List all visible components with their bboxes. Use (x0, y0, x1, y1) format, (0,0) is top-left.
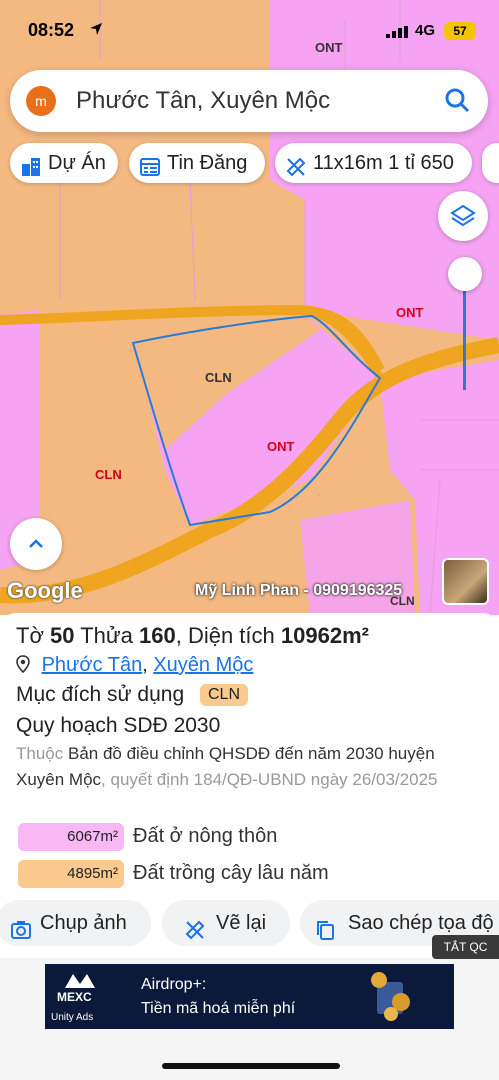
app-logo: m (26, 86, 56, 116)
ruler-icon (285, 152, 307, 183)
list-icon (139, 152, 161, 183)
ad-network: Unity Ads (51, 1012, 94, 1023)
map-label-cln-left: CLN (95, 467, 122, 482)
ad-container: MEXC Unity Ads Airdrop+: Tiền mã hoá miễ… (0, 958, 499, 1080)
camera-icon (10, 912, 32, 946)
purpose-badge: CLN (200, 684, 249, 706)
network-type: 4G (415, 22, 436, 39)
ad-subline: Tiền mã hoá miễn phí (141, 1000, 296, 1017)
chip-du-an[interactable]: Dự Án (10, 143, 118, 183)
area-value: 10962m² (280, 623, 369, 648)
land-use-purpose: Mục đích sử dụng CLN (16, 683, 249, 707)
action-label: Vẽ lại (216, 912, 267, 934)
chip-listing[interactable]: 11x16m 1 tỉ 650 (275, 143, 472, 183)
layers-icon (450, 203, 476, 234)
legend-area: 4895m² (18, 860, 124, 888)
plan-label: Quy hoạch SDĐ 2030 (16, 714, 221, 737)
filter-chips: Dự Án Tin Đăng 11x16m 1 tỉ 650 (10, 143, 499, 183)
layers-button[interactable] (438, 191, 488, 241)
building-icon (20, 152, 42, 183)
ad-brand: MEXC (57, 990, 92, 1004)
desc-prefix: Thuộc (16, 744, 64, 763)
map-label-ont-right: ONT (396, 305, 424, 320)
ruler-icon (184, 912, 206, 946)
action-bar: Chụp ảnh Vẽ lại Sao chép tọa độ (0, 900, 499, 946)
district-link[interactable]: Xuyên Mộc (153, 654, 253, 676)
opacity-slider-thumb[interactable] (448, 257, 482, 291)
map-label-ont-parcel: ONT (267, 439, 295, 454)
parcel-label: Thửa (80, 623, 133, 648)
battery-indicator: 57 (444, 22, 476, 40)
ad-headline: Airdrop+: (141, 976, 207, 993)
title-prefix: Tờ (16, 623, 44, 648)
chip-label: 11x16m 1 tỉ 650 (313, 152, 454, 174)
expand-button[interactable] (10, 518, 62, 570)
search-bar[interactable]: m Phước Tân, Xuyên Mộc (10, 70, 488, 132)
plan-description: Thuộc Bản đồ điều chỉnh QHSDĐ đến năm 20… (16, 741, 486, 793)
map-label-cln-parcel: CLN (205, 370, 232, 385)
close-ad-button[interactable]: TẮT QC (432, 935, 499, 959)
location-line: Phước Tân, Xuyên Mộc (16, 654, 253, 679)
location-arrow-icon (88, 21, 104, 42)
status-bar: 08:52 4G 57 (0, 18, 499, 48)
parcel-title: Tờ 50 Thửa 160, Diện tích 10962m² (16, 623, 369, 648)
redraw-button[interactable]: Vẽ lại (162, 900, 290, 946)
parcel-number: 160 (138, 623, 176, 648)
copy-icon (314, 912, 336, 946)
watermark-text: Mỹ Linh Phan - 0909196325 (195, 582, 403, 599)
chevron-up-icon (26, 534, 46, 559)
chip-label: Tin Đăng (167, 152, 248, 174)
google-logo: Google (7, 578, 83, 603)
take-photo-button[interactable]: Chụp ảnh (0, 900, 151, 946)
signal-icon (386, 26, 410, 41)
search-input[interactable]: Phước Tân, Xuyên Mộc (76, 87, 330, 115)
chip-label: Dự Án (48, 152, 106, 174)
opacity-slider-track[interactable] (463, 285, 466, 390)
home-indicator[interactable] (162, 1063, 340, 1069)
legend-area: 6067m² (18, 823, 124, 851)
area-label: Diện tích (187, 623, 275, 648)
chip-tin-dang[interactable]: Tin Đăng (129, 143, 265, 183)
status-time: 08:52 (28, 20, 75, 40)
ad-banner[interactable]: MEXC Unity Ads Airdrop+: Tiền mã hoá miễ… (45, 964, 454, 1029)
ward-link[interactable]: Phước Tân (42, 654, 143, 676)
legend-label: Đất trồng cây lâu năm (133, 862, 329, 884)
chip-more[interactable] (482, 143, 499, 183)
action-label: Sao chép tọa độ (348, 912, 494, 934)
search-icon[interactable] (444, 87, 470, 118)
purpose-label: Mục đích sử dụng (16, 683, 185, 706)
street-view-thumbnail[interactable] (442, 558, 489, 605)
sheet-number: 50 (50, 623, 75, 648)
desc-decision: , quyết định 184/QĐ-UBND ngày 26/03/2025 (101, 770, 438, 789)
pin-icon (16, 655, 30, 679)
legend-row-cln: 4895m² Đất trồng cây lâu năm (18, 860, 488, 888)
legend-label: Đất ở nông thôn (133, 825, 278, 847)
legend-row-ont: 6067m² Đất ở nông thôn (18, 823, 488, 851)
action-label: Chụp ảnh (40, 912, 127, 934)
coins-illustration-icon (363, 968, 417, 1024)
